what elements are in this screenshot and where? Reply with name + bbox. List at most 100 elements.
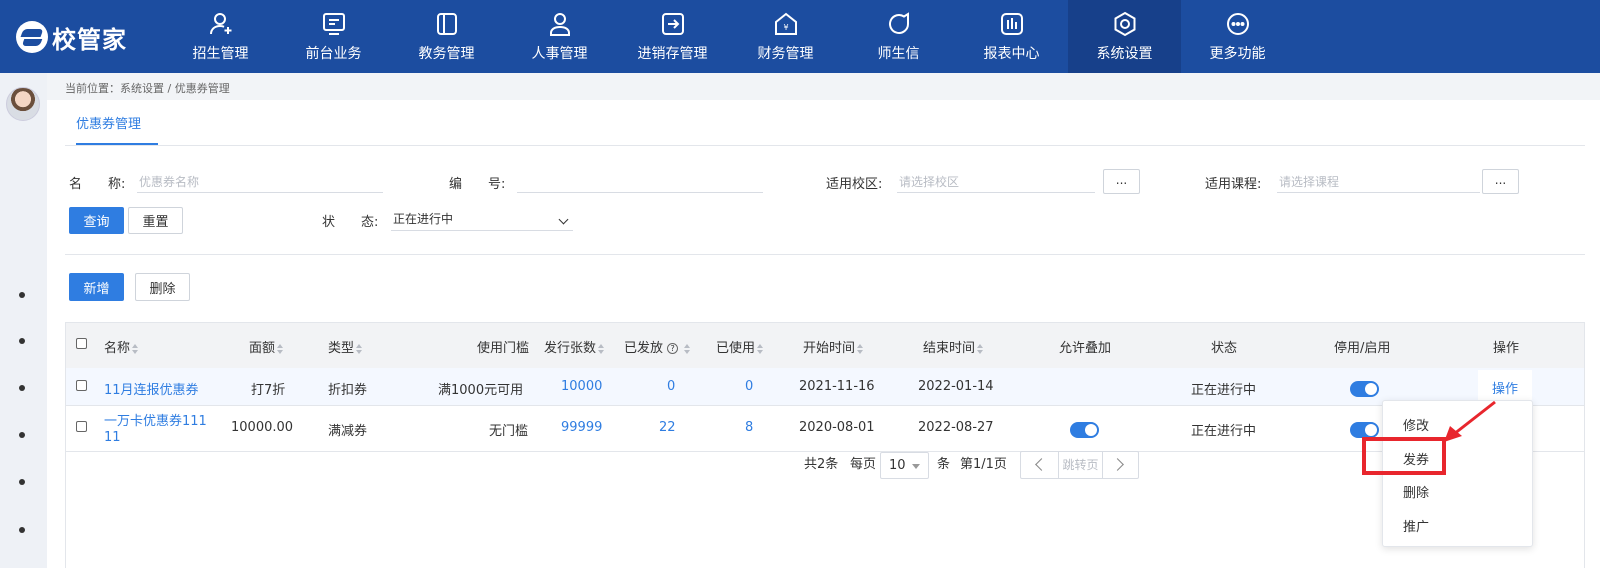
gear-icon [1112, 11, 1138, 37]
course-label: 适用课程: [1205, 177, 1262, 192]
issued-count[interactable]: 10000 [561, 379, 602, 394]
nav-label: 更多功能 [1209, 45, 1266, 62]
code-label: 编 号: [449, 177, 506, 192]
nav-item-more[interactable]: 更多功能 [1181, 0, 1294, 73]
rail-item-dot[interactable] [19, 479, 25, 485]
campus-picker-button[interactable]: ... [1103, 169, 1140, 194]
nav-item-enrollment[interactable]: 招生管理 [164, 0, 277, 73]
nav-item-hr[interactable]: 人事管理 [503, 0, 616, 73]
enable-toggle[interactable] [1350, 422, 1379, 438]
col-stack: 允许叠加 [1059, 341, 1112, 356]
add-button[interactable]: 新增 [69, 273, 124, 301]
breadcrumb-bar: 当前位置：系统设置 / 优惠券管理 [47, 73, 1600, 100]
status-select-value: 正在进行中 [393, 212, 454, 226]
top-navigation-bar: 校管家 招生管理 前台业务 教务管理 人事管理 进销存管理 ¥ 财务管理 师生信… [0, 0, 1600, 73]
col-sent[interactable]: 已发放 ? [624, 337, 691, 356]
coupon-name-link[interactable]: 11月连报优惠券 [104, 379, 199, 398]
status-select[interactable]: 正在进行中 [391, 209, 573, 231]
campus-input[interactable] [897, 171, 1095, 193]
issued-count[interactable]: 99999 [561, 420, 602, 435]
threshold: 无门槛 [489, 424, 529, 439]
col-face[interactable]: 面额 [249, 337, 284, 356]
money-house-icon: ¥ [773, 11, 799, 37]
rail-item-dot[interactable] [19, 432, 25, 438]
nav-label: 系统设置 [1096, 45, 1153, 62]
nav-item-frontdesk[interactable]: 前台业务 [277, 0, 390, 73]
rail-item-dot[interactable] [19, 292, 25, 298]
nav-label: 报表中心 [983, 45, 1040, 62]
rail-item-dot[interactable] [19, 338, 25, 344]
face-value: 打7折 [251, 383, 286, 398]
sent-count[interactable]: 0 [667, 379, 675, 394]
threshold: 满1000元可用 [438, 383, 524, 398]
course-picker-button[interactable]: ... [1482, 169, 1519, 194]
menu-item-promote[interactable]: 推广 [1403, 516, 1429, 535]
stack-toggle[interactable] [1070, 422, 1099, 438]
tab-coupon-management[interactable]: 优惠券管理 [76, 113, 141, 132]
col-status: 状态 [1211, 341, 1238, 356]
next-page-icon[interactable] [1111, 458, 1124, 471]
end-date: 2022-08-27 [918, 420, 994, 435]
used-count[interactable]: 8 [745, 420, 753, 435]
nav-item-reports[interactable]: 报表中心 [955, 0, 1068, 73]
col-issued[interactable]: 发行张数 [544, 337, 605, 356]
pointer-arrow-icon [1444, 400, 1496, 442]
avatar[interactable] [6, 87, 40, 121]
nav-label: 财务管理 [757, 45, 814, 62]
nav-item-finance[interactable]: ¥ 财务管理 [729, 0, 842, 73]
menu-item-delete[interactable]: 删除 [1403, 482, 1429, 501]
sort-icon [977, 343, 984, 354]
logo-mark-icon [16, 21, 48, 53]
select-all-checkbox[interactable] [76, 338, 87, 349]
nav-item-inventory[interactable]: 进销存管理 [616, 0, 729, 73]
col-name[interactable]: 名称 [104, 337, 139, 356]
sent-count[interactable]: 22 [659, 420, 676, 435]
per-page-select[interactable]: 10 [880, 452, 929, 479]
coupon-name-link[interactable]: 一万卡优惠券111 [104, 410, 207, 429]
page-info: 第1/1页 [960, 457, 1007, 472]
table-row[interactable]: 11月连报优惠券 打7折 折扣券 满1000元可用 10000 0 0 2021… [66, 368, 1584, 406]
person-icon [547, 11, 573, 37]
row-checkbox[interactable] [76, 380, 87, 391]
book-icon [434, 11, 460, 37]
delete-button[interactable]: 删除 [135, 273, 190, 301]
coupon-table: 名称 面额 类型 使用门槛 发行张数 已发放 ? 已使用 开始时间 结束时间 允… [65, 322, 1585, 568]
used-count[interactable]: 0 [745, 379, 753, 394]
code-input[interactable] [517, 171, 763, 193]
col-enable: 停用/启用 [1334, 341, 1391, 356]
caret-down-icon [912, 464, 920, 469]
rail-item-dot[interactable] [19, 385, 25, 391]
end-date: 2022-01-14 [918, 379, 994, 394]
nav-item-settings[interactable]: 系统设置 [1068, 0, 1181, 73]
action-link[interactable]: 操作 [1492, 378, 1518, 397]
table-row[interactable]: 一万卡优惠券111 11 10000.00 满减券 无门槛 99999 22 8… [66, 406, 1584, 452]
rail-item-dot[interactable] [19, 527, 25, 533]
nav-item-academic[interactable]: 教务管理 [390, 0, 503, 73]
col-start[interactable]: 开始时间 [803, 337, 864, 356]
row-checkbox[interactable] [76, 421, 87, 432]
status-text: 正在进行中 [1191, 424, 1257, 439]
col-used[interactable]: 已使用 [716, 337, 764, 356]
face-value: 10000.00 [231, 420, 294, 435]
app-logo[interactable]: 校管家 [16, 20, 127, 54]
user-plus-icon [208, 11, 234, 37]
per-page-unit: 条 [937, 457, 951, 472]
more-icon [1225, 11, 1251, 37]
name-input[interactable] [137, 171, 383, 193]
nav-label: 进销存管理 [637, 45, 708, 62]
col-end[interactable]: 结束时间 [923, 337, 984, 356]
nav-label: 人事管理 [531, 45, 588, 62]
reset-button[interactable]: 重置 [128, 207, 183, 234]
query-button[interactable]: 查询 [69, 207, 124, 234]
box-arrow-icon [660, 11, 686, 37]
status-text: 正在进行中 [1191, 383, 1257, 398]
nav-item-messages[interactable]: 师生信 [842, 0, 955, 73]
course-input[interactable] [1277, 171, 1480, 193]
jump-page-input[interactable]: 跳转页 [1058, 452, 1103, 478]
coupon-name-link-wrap[interactable]: 11 [104, 430, 121, 445]
enable-toggle[interactable] [1350, 381, 1379, 397]
prev-page-icon[interactable] [1035, 458, 1048, 471]
col-type[interactable]: 类型 [328, 337, 363, 356]
menu-item-edit[interactable]: 修改 [1403, 415, 1429, 434]
coupon-type: 折扣券 [328, 383, 368, 398]
